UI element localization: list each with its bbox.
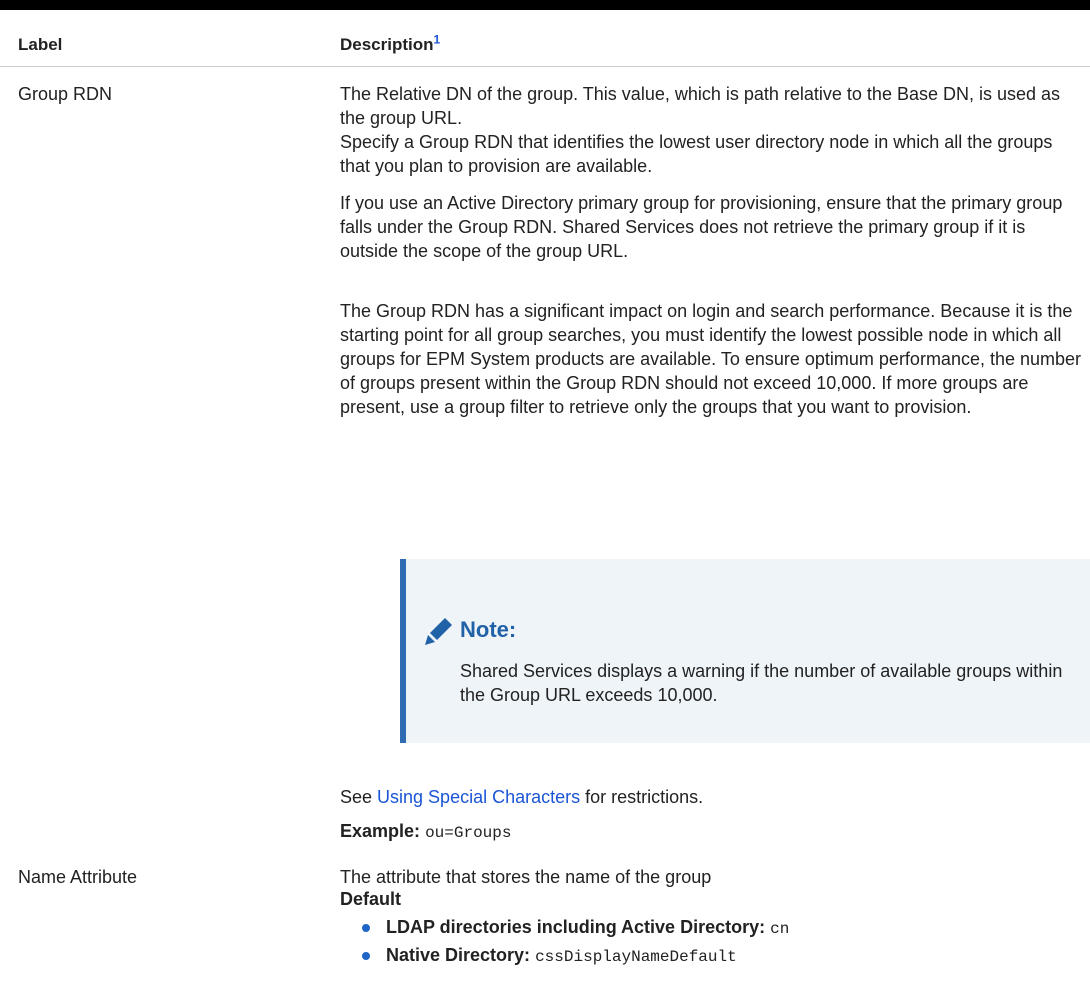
default-item-native-label: Native Directory: (386, 945, 531, 965)
default-item-ldap: LDAP directories including Active Direct… (386, 915, 1086, 941)
column-header-label: Label (18, 35, 63, 54)
column-header-description: Description1 (340, 33, 440, 57)
name-attribute-description: The attribute that stores the name of th… (340, 867, 712, 887)
note-title: Note: (460, 617, 517, 642)
footnote-marker[interactable]: 1 (434, 32, 441, 46)
see-also-prefix: See (340, 787, 378, 807)
default-label: Default (340, 889, 402, 909)
bullet-icon (362, 924, 370, 932)
group-rdn-description-p1b: Specify a Group RDN that identifies the … (340, 132, 1053, 176)
group-rdn-description-p2: If you use an Active Directory primary g… (340, 193, 1063, 261)
example-value: ou=Groups (425, 824, 512, 842)
header-divider (0, 66, 1090, 67)
default-item-native-value: cssDisplayNameDefault (535, 948, 737, 966)
column-header-description-text: Description (340, 35, 434, 54)
note-text: Shared Services displays a warning if th… (460, 661, 1063, 705)
special-characters-link[interactable]: Using Special Characters (377, 787, 580, 807)
see-also-suffix: for restrictions. (580, 787, 704, 807)
example-label: Example: (340, 821, 421, 841)
row-label-name-attribute: Name Attribute (18, 867, 138, 887)
row-label-group-rdn: Group RDN (18, 84, 113, 104)
pencil-icon (425, 618, 452, 645)
group-rdn-description-p1: The Relative DN of the group. This value… (340, 84, 1061, 128)
note-box: Note: Shared Services displays a warning… (400, 559, 1090, 743)
group-rdn-description-p3: The Group RDN has a significant impact o… (340, 301, 1082, 417)
example-line: Example: ou=Groups (340, 819, 1085, 845)
default-item-ldap-label: LDAP directories including Active Direct… (386, 917, 766, 937)
top-border (0, 0, 1090, 10)
default-item-native: Native Directory: cssDisplayNameDefault (386, 943, 1086, 969)
see-also-line: See Using Special Characters for restric… (340, 785, 1085, 809)
default-item-ldap-value: cn (770, 920, 790, 938)
bullet-icon (362, 952, 370, 960)
